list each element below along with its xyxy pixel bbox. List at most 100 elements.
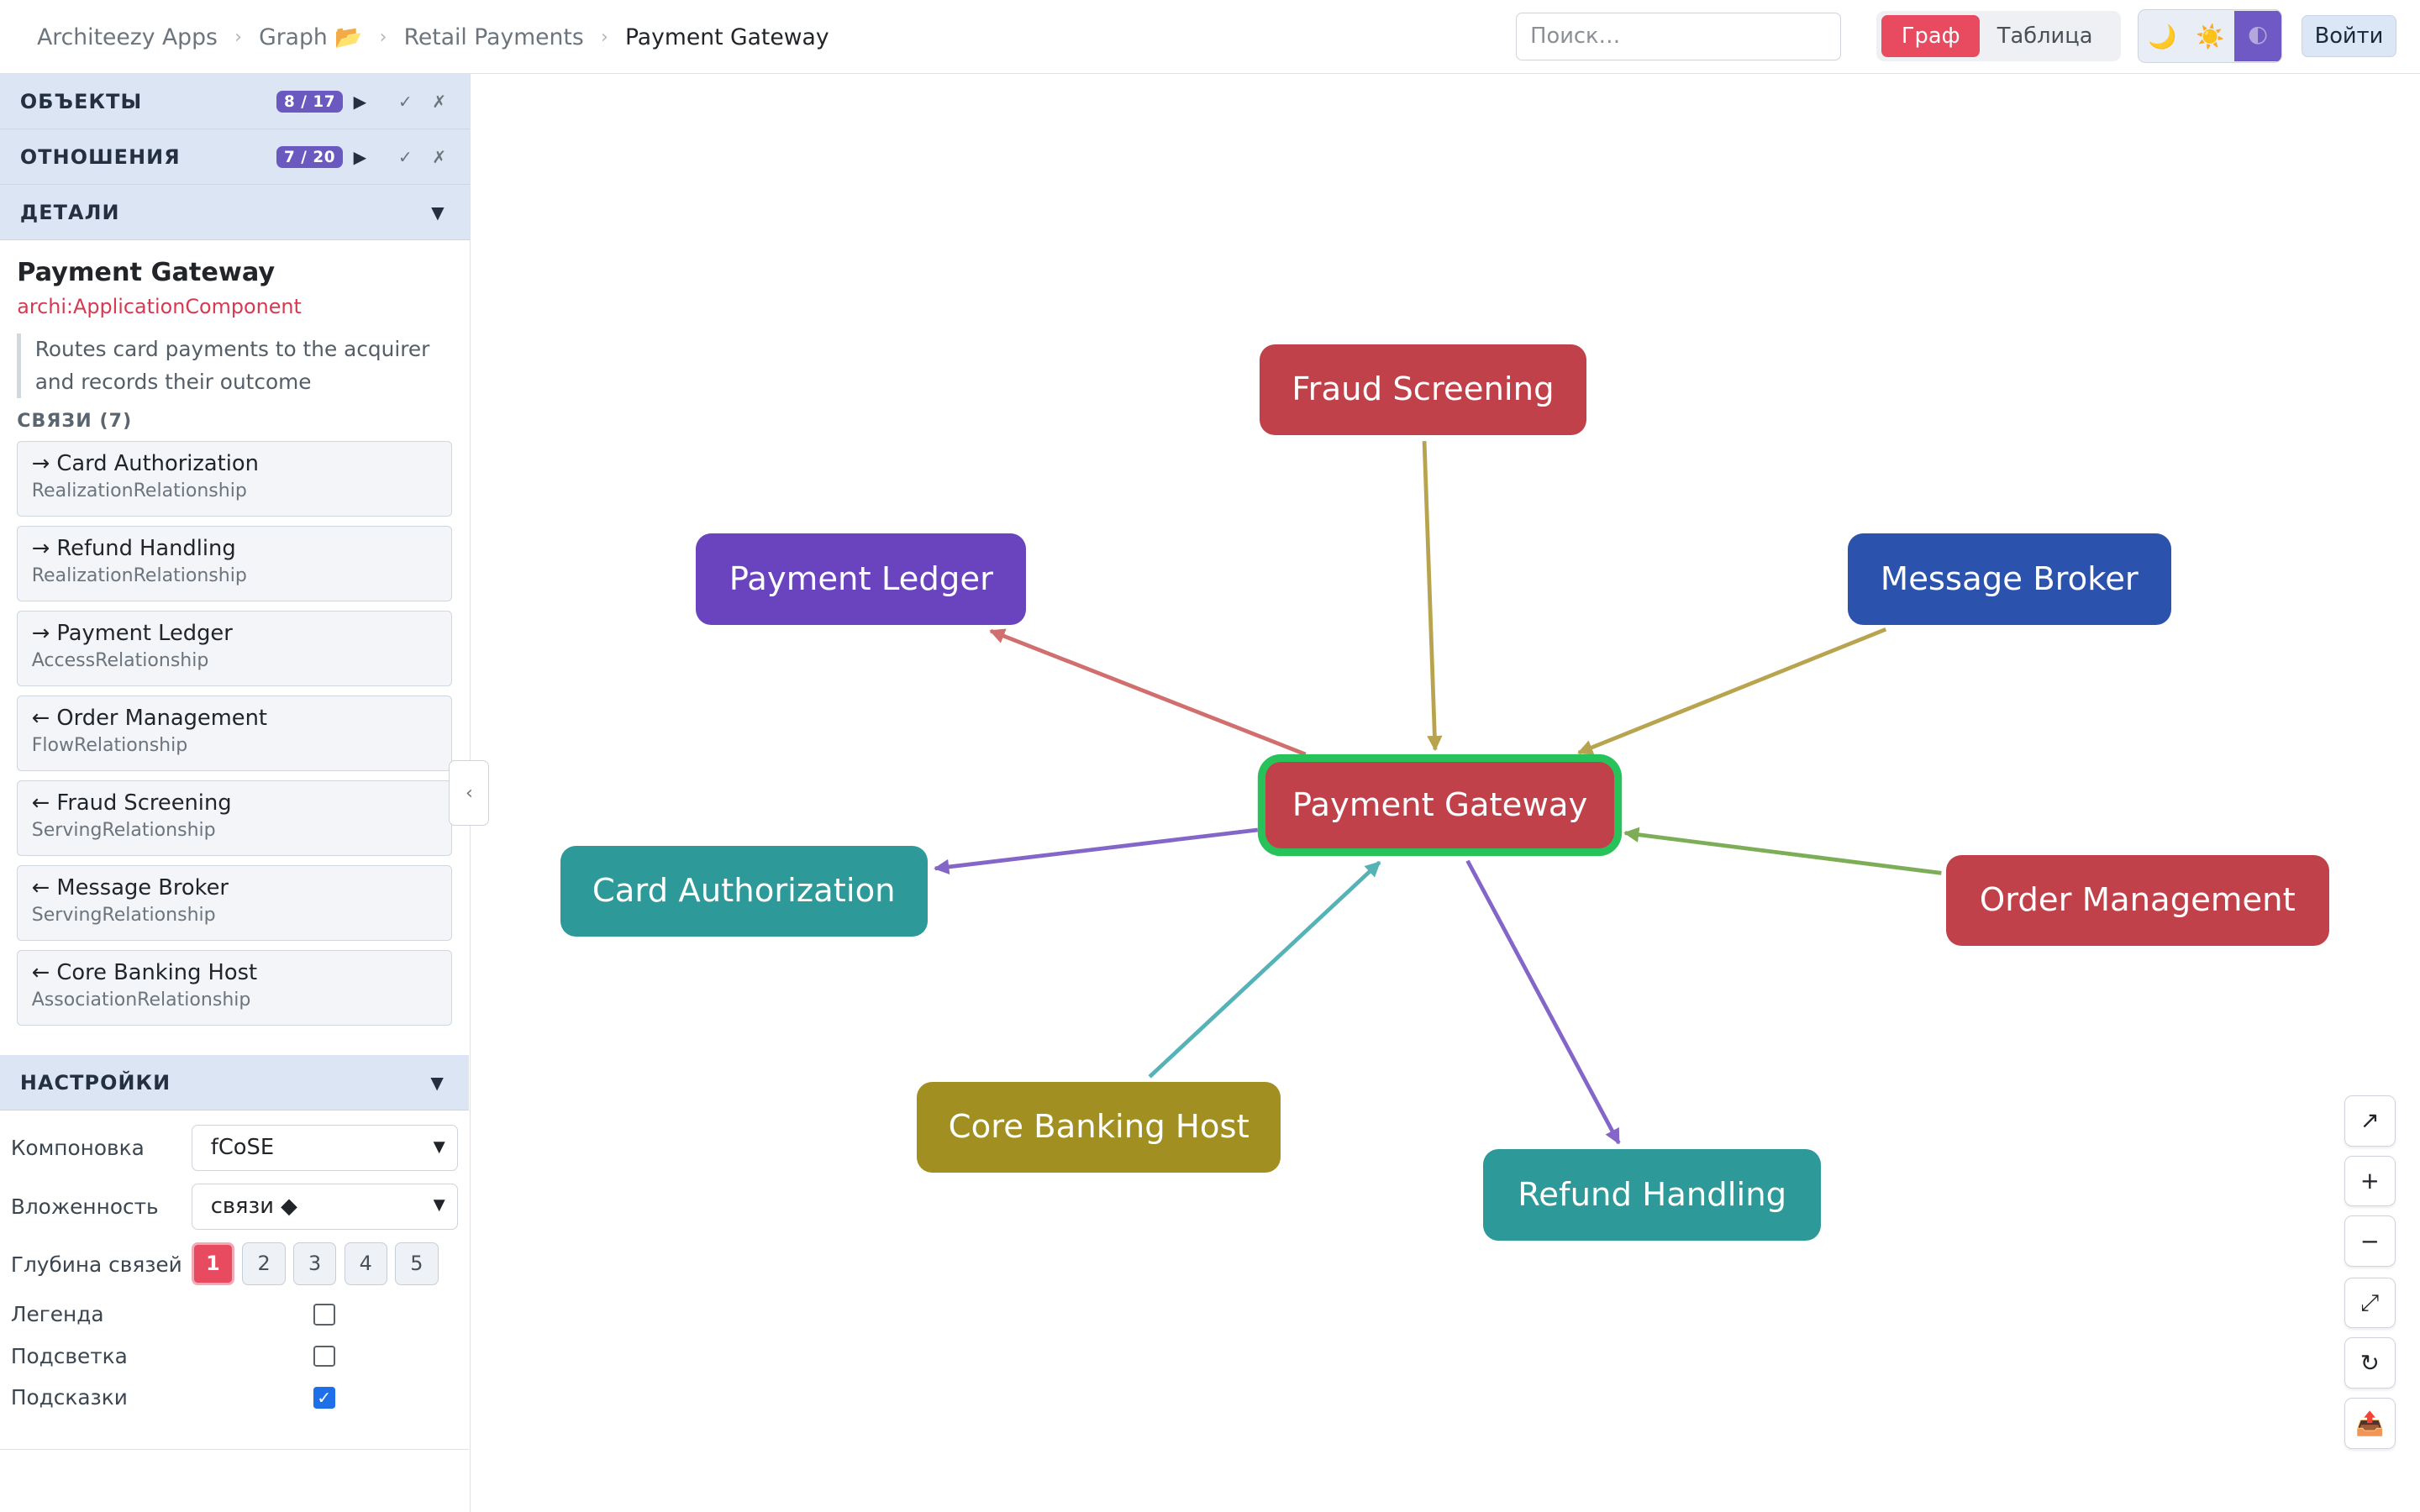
expand-arrow-icon[interactable]: ▶ xyxy=(354,147,368,167)
depth-button-2[interactable]: 2 xyxy=(242,1242,286,1285)
link-item[interactable]: → Refund Handling RealizationRelationshi… xyxy=(17,526,453,602)
link-type: ServingRelationship xyxy=(31,819,216,841)
edge-gateway-to-card[interactable] xyxy=(934,827,1259,875)
link-name: ← Fraud Screening xyxy=(31,790,232,816)
depth-label: Глубина связей xyxy=(10,1252,182,1278)
breadcrumb-model[interactable]: Retail Payments xyxy=(404,24,584,50)
layout-select-value: fCoSE xyxy=(210,1135,275,1161)
zoom-in-button[interactable]: + xyxy=(2344,1155,2396,1207)
dark-theme-icon[interactable]: 🌙 xyxy=(2139,11,2186,62)
link-type: FlowRelationship xyxy=(31,734,188,756)
sidebar: ОБЪЕКТЫ 8 / 17 ▶ ✓ ✗ ОТНОШЕНИЯ 7 / 20 ▶ … xyxy=(0,74,471,1512)
legend-checkbox[interactable] xyxy=(313,1303,335,1326)
links-title: СВЯЗИ (7) xyxy=(17,411,133,433)
system-theme-icon[interactable]: 🌓 xyxy=(2233,10,2282,62)
nesting-select[interactable]: связи ◆ ▼ xyxy=(191,1183,459,1230)
reset-layout-button[interactable]: ↻ xyxy=(2344,1337,2396,1389)
chevron-down-icon: ▼ xyxy=(433,1137,445,1156)
chevron-down-icon: ▼ xyxy=(433,1196,445,1215)
breadcrumb-apps[interactable]: Architeezy Apps xyxy=(37,24,218,50)
tooltips-checkbox[interactable]: ✓ xyxy=(313,1387,335,1409)
node-refund-handling[interactable]: Refund Handling xyxy=(1483,1149,1822,1241)
depth-button-3[interactable]: 3 xyxy=(292,1242,337,1285)
breadcrumb-separator: › xyxy=(379,26,387,48)
plus-icon: + xyxy=(2360,1167,2380,1194)
table-view-button[interactable]: Таблица xyxy=(1980,15,2109,57)
edge-broker-to-gateway[interactable] xyxy=(1577,627,1887,755)
layout-label: Компоновка xyxy=(10,1135,145,1160)
deselect-all-icon[interactable]: ✗ xyxy=(432,92,447,112)
link-type: ServingRelationship xyxy=(31,904,216,926)
edge-order-to-gateway[interactable] xyxy=(1623,827,1942,875)
breadcrumb-separator: › xyxy=(234,26,242,48)
link-item[interactable]: ← Core Banking Host AssociationRelations… xyxy=(17,950,453,1026)
legend-label: Легенда xyxy=(10,1302,104,1327)
search-input[interactable] xyxy=(1515,12,1842,60)
objects-count-badge: 8 / 17 xyxy=(276,91,344,113)
link-type: RealizationRelationship xyxy=(31,564,247,586)
graph-canvas[interactable]: Fraud Screening Payment Ledger Message B… xyxy=(471,74,2420,1512)
details-section-title: ДЕТАЛИ xyxy=(19,200,120,224)
collapse-caret-icon[interactable]: ▼ xyxy=(430,1073,445,1093)
depth-button-5[interactable]: 5 xyxy=(395,1242,439,1285)
link-item[interactable]: → Payment Ledger AccessRelationship xyxy=(17,611,453,687)
link-name: ← Message Broker xyxy=(31,875,229,901)
depth-button-1[interactable]: 1 xyxy=(191,1242,235,1285)
sidebar-footer-divider xyxy=(0,1448,470,1450)
node-payment-ledger[interactable]: Payment Ledger xyxy=(696,533,1027,625)
details-section-header[interactable]: ДЕТАЛИ ▼ xyxy=(0,185,471,241)
breadcrumb-current: Payment Gateway xyxy=(624,24,829,50)
node-fraud-screening[interactable]: Fraud Screening xyxy=(1259,344,1587,435)
graph-view-button[interactable]: Граф xyxy=(1881,15,1981,57)
node-order-management[interactable]: Order Management xyxy=(1946,854,2329,946)
export-button[interactable]: 📤 xyxy=(2344,1398,2396,1449)
link-name: ← Order Management xyxy=(31,706,267,732)
zoom-out-button[interactable]: − xyxy=(2344,1215,2396,1267)
node-payment-gateway[interactable]: Payment Gateway xyxy=(1265,762,1615,849)
arrow-up-right-icon: ↗ xyxy=(2360,1107,2380,1135)
theme-switcher: 🌙 ☀️ 🌓 xyxy=(2137,9,2283,64)
edge-gateway-to-refund[interactable] xyxy=(1465,859,1621,1145)
edge-gateway-to-ledger[interactable] xyxy=(989,628,1307,757)
settings-section-header[interactable]: НАСТРОЙКИ ▼ xyxy=(0,1055,470,1111)
breadcrumb-graph[interactable]: Graph 📂 xyxy=(259,24,362,50)
link-item[interactable]: ← Fraud Screening ServingRelationship xyxy=(17,780,453,857)
link-name: → Refund Handling xyxy=(31,536,236,562)
view-toggle: Граф Таблица xyxy=(1876,10,2121,62)
select-all-icon[interactable]: ✓ xyxy=(398,92,413,112)
fullscreen-button[interactable]: ⤢ xyxy=(2344,1277,2396,1329)
expand-arrow-icon[interactable]: ▶ xyxy=(354,92,368,112)
objects-section-header[interactable]: ОБЪЕКТЫ 8 / 17 ▶ ✓ ✗ xyxy=(0,74,471,130)
top-bar: Architeezy Apps › Graph 📂 › Retail Payme… xyxy=(0,0,2420,75)
highlight-label: Подсветка xyxy=(10,1343,128,1368)
link-item[interactable]: ← Message Broker ServingRelationship xyxy=(17,865,453,942)
export-icon: 📤 xyxy=(2355,1410,2385,1437)
light-theme-icon[interactable]: ☀️ xyxy=(2186,11,2234,62)
objects-section-title: ОБЪЕКТЫ xyxy=(19,89,143,113)
highlight-checkbox[interactable] xyxy=(313,1345,335,1368)
edge-fraud-to-gateway[interactable] xyxy=(1422,441,1443,752)
node-core-banking-host[interactable]: Core Banking Host xyxy=(916,1081,1281,1173)
deselect-all-icon[interactable]: ✗ xyxy=(432,147,447,167)
link-type: RealizationRelationship xyxy=(31,480,247,501)
node-card-authorization[interactable]: Card Authorization xyxy=(560,845,928,937)
link-name: → Payment Ledger xyxy=(31,621,233,647)
element-type: archi:ApplicationComponent xyxy=(17,294,302,318)
collapse-caret-icon[interactable]: ▼ xyxy=(431,202,445,223)
edge-core-to-gateway[interactable] xyxy=(1148,860,1381,1079)
select-all-icon[interactable]: ✓ xyxy=(398,147,413,167)
relations-section-header[interactable]: ОТНОШЕНИЯ 7 / 20 ▶ ✓ ✗ xyxy=(0,129,471,186)
breadcrumb-separator: › xyxy=(600,26,608,48)
depth-button-4[interactable]: 4 xyxy=(344,1242,387,1285)
link-item[interactable]: ← Order Management FlowRelationship xyxy=(17,696,453,772)
node-message-broker[interactable]: Message Broker xyxy=(1847,533,2172,625)
fit-view-button[interactable]: ↗ xyxy=(2344,1095,2396,1147)
element-name: Payment Gateway xyxy=(17,257,276,287)
login-button[interactable]: Войти xyxy=(2301,15,2397,57)
element-description: Routes card payments to the acquirer and… xyxy=(17,333,454,399)
nesting-label: Вложенность xyxy=(10,1194,159,1219)
link-item[interactable]: → Card Authorization RealizationRelation… xyxy=(17,441,453,517)
layout-select[interactable]: fCoSE ▼ xyxy=(191,1124,459,1172)
expand-icon: ⤢ xyxy=(2360,1289,2380,1316)
minus-icon: − xyxy=(2360,1227,2380,1255)
